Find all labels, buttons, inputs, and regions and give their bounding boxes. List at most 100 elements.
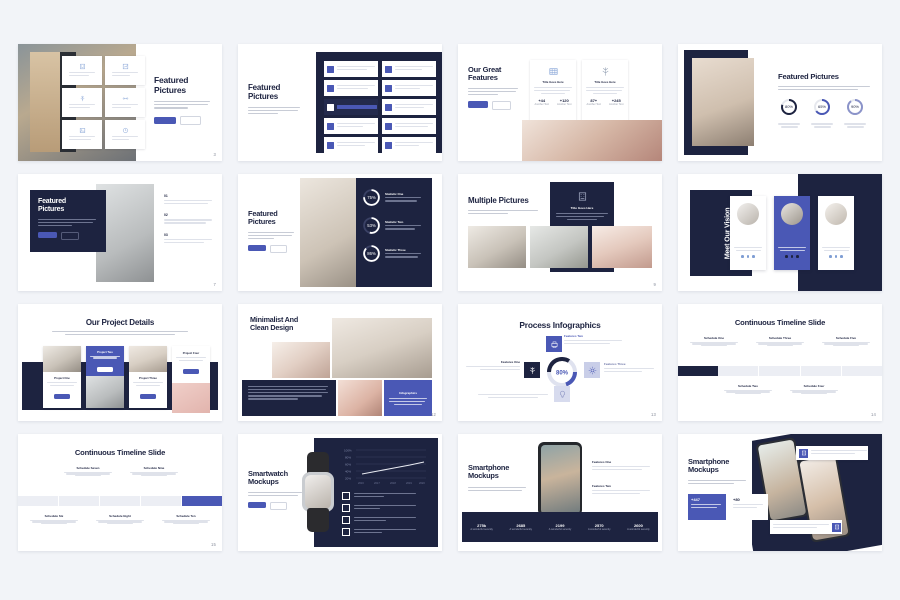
slide-thumbnail[interactable]: Featured Pictures 75% Statistic One 53% … — [238, 174, 442, 291]
read-more-button[interactable] — [468, 101, 488, 108]
process-icon-tile[interactable] — [524, 362, 540, 378]
donut-stat: 90% — [844, 98, 866, 128]
stat-tile-highlight[interactable]: +447 — [688, 494, 726, 520]
callout-card[interactable] — [796, 446, 868, 460]
slide-thumbnail[interactable]: Multiple Pictures Title Goes Here 9 — [458, 174, 662, 291]
timeline-segment[interactable] — [59, 496, 100, 506]
read-more-button[interactable] — [140, 394, 156, 400]
project-card-highlight[interactable]: Project Two — [86, 346, 124, 408]
read-more-button[interactable] — [38, 232, 57, 239]
feature-card[interactable]: Title Goes Here 87+ Another Text +245 Anot… — [582, 60, 628, 128]
feature-card[interactable]: Title Goes Here +44 Another Text +120 Anot… — [530, 60, 576, 128]
checkbox-icon[interactable] — [342, 504, 350, 512]
feature-card[interactable] — [105, 120, 145, 149]
read-more-button[interactable] — [154, 116, 176, 124]
slide-thumbnail[interactable]: Smartphone Mockups Features One Features… — [458, 434, 662, 551]
svg-text:2017: 2017 — [374, 481, 380, 485]
list-item[interactable] — [324, 137, 378, 153]
learn-more-button[interactable] — [61, 232, 79, 241]
slide-thumbnail[interactable]: Meet Our Vision — [678, 174, 882, 291]
list-item[interactable] — [382, 137, 436, 153]
feature-card[interactable] — [62, 120, 102, 149]
step-label: Schedule One — [703, 336, 724, 340]
slide-thumbnail[interactable]: Minimalist And Clean Design Infographics… — [238, 304, 442, 421]
slide-thumbnail[interactable]: Featured Pictures 01 02 03 7 — [18, 174, 222, 291]
callout-card[interactable] — [770, 520, 842, 534]
checkbox-icon[interactable] — [342, 492, 350, 500]
checklist-item[interactable] — [342, 516, 416, 524]
slide-thumbnail[interactable]: Our Great Features Title Goes Here +44 An… — [458, 44, 662, 161]
list-item[interactable] — [382, 99, 436, 115]
list-item[interactable] — [382, 61, 436, 77]
timeline-segment-active[interactable] — [678, 366, 719, 376]
checklist-item[interactable] — [342, 528, 416, 536]
project-card[interactable]: Project Three — [129, 346, 167, 408]
list-item[interactable] — [324, 118, 378, 134]
slide-title-line2: Pictures — [248, 91, 278, 101]
learn-more-button[interactable] — [270, 502, 287, 511]
timeline-step: Schedule Six — [28, 514, 80, 524]
vision-card[interactable] — [730, 196, 766, 270]
timeline-segment[interactable] — [841, 366, 882, 376]
stat-tile[interactable]: +80 — [730, 494, 768, 520]
feature-label: Features Three — [604, 362, 626, 366]
process-icon-tile[interactable] — [584, 362, 600, 378]
stat-row: 75% Statistic One — [362, 188, 421, 207]
process-icon-tile[interactable] — [546, 336, 562, 352]
project-label: Project Four — [182, 351, 200, 355]
read-more-button[interactable] — [183, 369, 199, 375]
learn-more-button[interactable] — [492, 101, 511, 110]
feature-card[interactable] — [62, 88, 102, 117]
learn-more-button[interactable] — [180, 115, 201, 125]
slide-thumbnail[interactable]: Featured Pictures — [238, 44, 442, 161]
feature-card[interactable] — [105, 88, 145, 117]
checkbox-icon[interactable] — [342, 528, 350, 536]
list-item-active[interactable] — [324, 99, 378, 115]
vision-card[interactable] — [818, 196, 854, 270]
timeline-segment-active[interactable] — [182, 496, 222, 506]
svg-text:2019: 2019 — [406, 481, 412, 485]
infographic-tile[interactable]: Infographics — [384, 380, 432, 416]
print-icon — [551, 341, 557, 348]
slide-thumbnail[interactable]: Smartphone Mockups +447 +80 — [678, 434, 882, 551]
timeline-segment[interactable] — [141, 496, 182, 506]
list-item[interactable] — [324, 80, 378, 96]
project-card[interactable]: Project Four — [172, 346, 210, 414]
read-more-button[interactable] — [54, 394, 70, 400]
numbered-item: 02 — [164, 213, 214, 224]
checklist-item[interactable] — [342, 504, 416, 512]
slide-thumbnail[interactable]: Continuous Timeline Slide Schedule One S… — [678, 304, 882, 421]
timeline-segment[interactable] — [100, 496, 141, 506]
vision-card-highlight[interactable] — [774, 196, 810, 270]
learn-more-button[interactable] — [270, 245, 287, 254]
slide-thumbnail[interactable]: Process Infographics 80% Features Two Fe… — [458, 304, 662, 421]
donut-chart-icon: 53% — [363, 217, 380, 234]
slide-thumbnail[interactable]: Featured Pictures 3 — [18, 44, 222, 161]
timeline-segment[interactable] — [759, 366, 801, 376]
slide-title: Continuous Timeline Slide — [734, 318, 826, 327]
feature-item: Features One — [592, 460, 654, 472]
step-label: Schedule Six — [44, 514, 64, 518]
timeline-segment[interactable] — [18, 496, 59, 506]
timeline-segment[interactable] — [800, 366, 842, 376]
feature-card[interactable] — [62, 56, 102, 85]
checkbox-icon[interactable] — [342, 516, 350, 524]
feature-card[interactable] — [105, 56, 145, 85]
list-item[interactable] — [324, 61, 378, 77]
checklist-item[interactable] — [342, 492, 416, 500]
process-icon-tile[interactable] — [554, 386, 570, 402]
list-item[interactable] — [382, 118, 436, 134]
slide-title-line2: Pictures — [248, 217, 276, 227]
list-item[interactable] — [382, 80, 436, 96]
project-card[interactable]: Project One — [43, 346, 81, 408]
slide-thumbnail[interactable]: Featured Pictures 80% 65% 90% — [678, 44, 882, 161]
stat-item: 2570 A wonderful serenity — [580, 523, 619, 532]
read-more-button[interactable] — [248, 245, 266, 252]
feature-label: Features Two — [564, 334, 584, 338]
timeline-segment[interactable] — [718, 366, 760, 376]
slide-thumbnail[interactable]: Our Project Details Project One Project … — [18, 304, 222, 421]
read-more-button[interactable] — [248, 502, 266, 509]
card-photo — [781, 203, 803, 225]
slide-thumbnail[interactable]: Smartwatch Mockups 100% 80% 60% 40% 20% … — [238, 434, 442, 551]
slide-thumbnail[interactable]: Continuous Timeline Slide Schedule Seven… — [18, 434, 222, 551]
